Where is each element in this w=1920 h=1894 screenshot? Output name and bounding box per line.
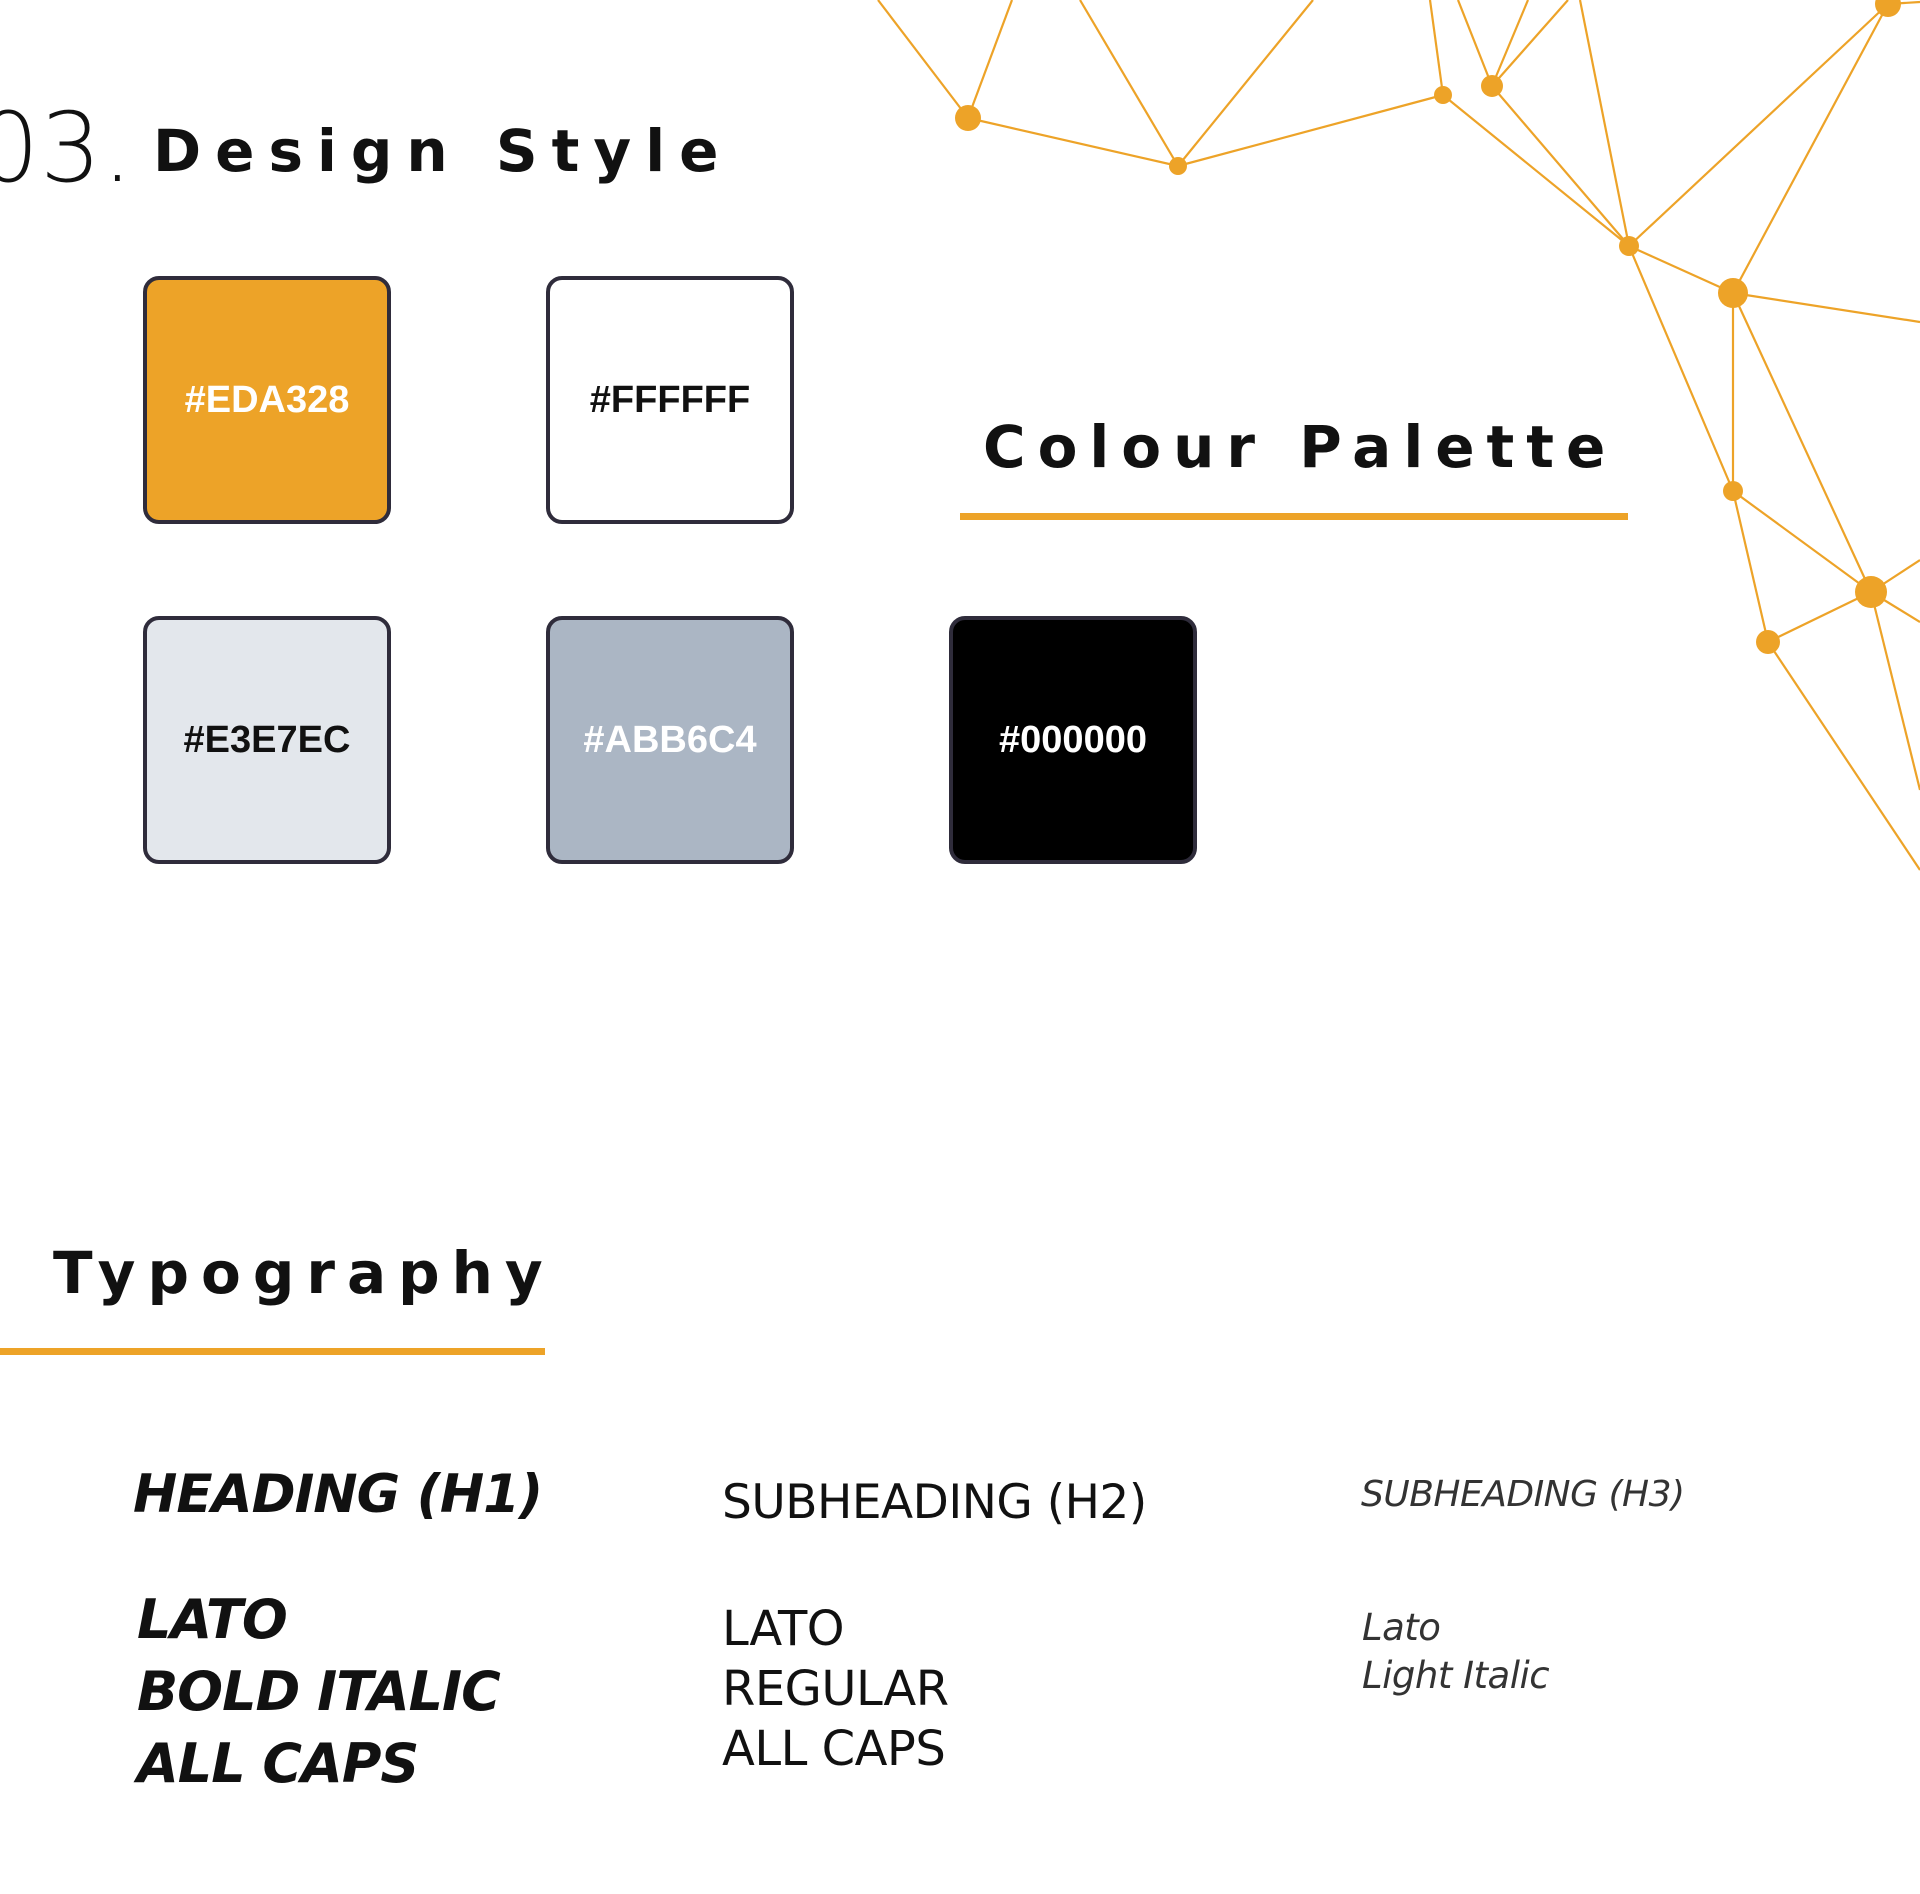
h2-font-case: ALL CAPS [722,1721,946,1777]
typography-heading: Typography [53,1239,555,1307]
swatch-label: #ABB6C4 [583,718,757,761]
colour-palette-underline [960,513,1628,520]
colour-swatch-white: #FFFFFF [546,276,794,524]
colour-palette-heading: Colour Palette [983,413,1618,481]
h1-sample: HEADING (H1) [133,1464,543,1525]
h3-font-family: Lato [1362,1606,1441,1649]
h2-font-family: LATO [722,1601,845,1657]
section-number: 03. [0,92,134,204]
colour-swatch-light-grey: #E3E7EC [143,616,391,864]
colour-swatch-orange: #EDA328 [143,276,391,524]
h2-sample: SUBHEADING (H2) [722,1475,1147,1530]
h1-font-case: ALL CAPS [137,1732,419,1795]
typography-underline [0,1348,545,1355]
h1-font-description: LATO BOLD ITALIC ALL CAPS [137,1584,501,1800]
h1-font-family: LATO [137,1588,288,1651]
h1-font-weight: BOLD ITALIC [137,1660,501,1723]
swatch-label: #E3E7EC [183,718,351,761]
h2-font-description: LATO REGULAR ALL CAPS [722,1599,949,1779]
colour-swatch-blue-grey: #ABB6C4 [546,616,794,864]
swatch-label: #000000 [999,718,1147,761]
section-title: Design Style [153,117,733,185]
h3-sample: SUBHEADING (H3) [1361,1474,1685,1515]
h3-font-weight: Light Italic [1362,1654,1550,1697]
h2-font-weight: REGULAR [722,1661,949,1717]
h3-font-description: Lato Light Italic [1362,1604,1550,1700]
swatch-label: #FFFFFF [589,378,751,421]
colour-swatch-black: #000000 [949,616,1197,864]
swatch-label: #EDA328 [184,378,350,421]
